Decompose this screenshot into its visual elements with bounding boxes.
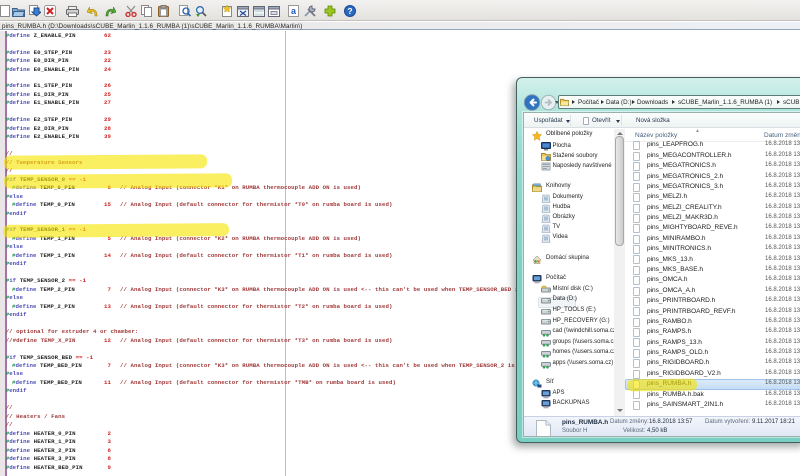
svg-text:?: ? <box>347 6 352 16</box>
